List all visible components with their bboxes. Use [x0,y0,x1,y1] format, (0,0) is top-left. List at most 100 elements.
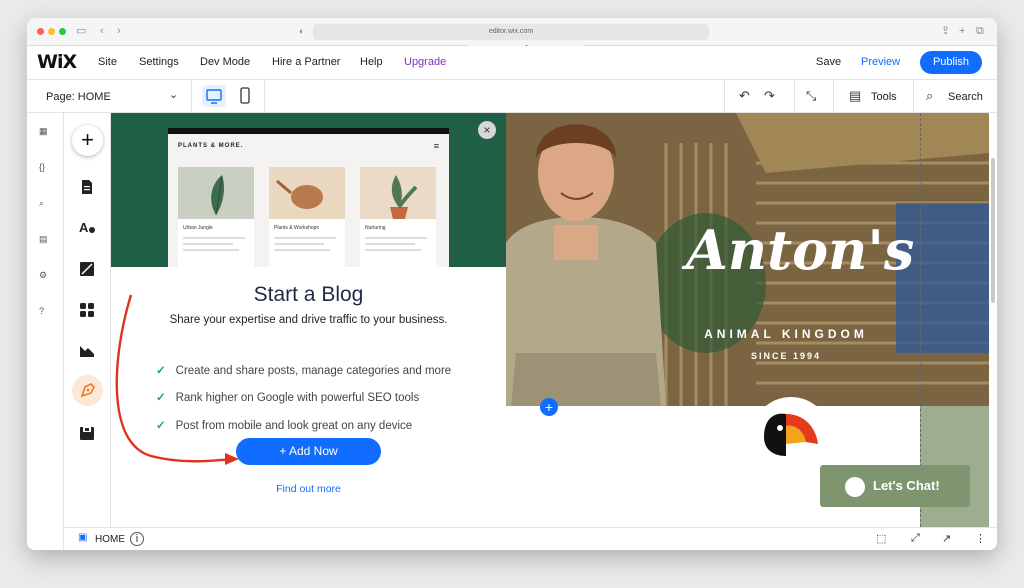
chat-label: Let's Chat! [873,478,940,493]
search-code-icon[interactable]: ⌕ [39,198,44,209]
plugin-icon[interactable]: ⚙ [39,270,47,281]
start-blog-panel: PLANTS & MORE. ≡ Urban Jungle Plants & W… [111,113,506,527]
menu-upgrade[interactable]: Upgrade [404,56,446,68]
search-icon[interactable]: ⌕ [926,89,933,103]
editor-toolbar: Page: HOME ⌄ ↶ ↷ ⤡ ▤ Tools ⌕ Search [27,80,997,113]
close-window-button[interactable] [37,28,44,35]
tab-overview-icon[interactable]: ⧉ [976,25,984,37]
add-elements-button[interactable]: + [72,125,103,156]
minimize-window-button[interactable] [48,28,55,35]
browser-window: ▭ ‹ › ◐ editor.wix.com ⇪ + ⧉ ⌃ WiX Site … [27,18,997,550]
hero-section[interactable]: Anton's ANIMAL KINGDOM SINCE 1994 [506,113,989,406]
preview-button[interactable]: Preview [861,56,900,68]
blog-preview-banner: PLANTS & MORE. ≡ Urban Jungle Plants & W… [111,113,506,267]
add-elements-rail: + A [64,113,111,527]
undo-icon[interactable]: ↶ [739,89,750,103]
desktop-view-button[interactable] [202,85,226,107]
page-selector[interactable]: Page: HOME [46,91,111,103]
menu-hire-a-partner[interactable]: Hire a Partner [272,56,340,68]
plant-image [178,167,254,219]
select-area-icon[interactable]: ⬚ [876,532,886,545]
potted-plant-image [360,167,436,219]
privacy-shield-icon[interactable]: ◐ [299,25,304,37]
forward-icon[interactable]: › [117,25,121,37]
address-url: editor.wix.com [488,28,534,35]
pages-menu-icon[interactable] [79,179,95,195]
info-icon[interactable]: i [130,532,144,546]
share-icon[interactable]: ⇪ [941,25,950,37]
back-icon[interactable]: ‹ [100,25,104,37]
sidebar-toggle-icon[interactable]: ▭ [76,25,86,37]
editor-top-bar: WiX Site Settings Dev Mode Hire a Partne… [27,46,997,80]
feature-item: ✓ Create and share posts, manage categori… [156,363,451,377]
chat-smile-icon [845,476,865,497]
publish-button[interactable]: Publish [920,51,982,74]
svg-text:A: A [79,220,89,235]
feature-item: ✓ Rank higher on Google with powerful SEO… [156,390,419,404]
blog-template-mockup: PLANTS & MORE. ≡ Urban Jungle Plants & W… [168,128,449,267]
tools-button[interactable]: Tools [871,91,897,103]
code-icon[interactable]: {} [39,162,45,172]
feature-text: Rank higher on Google with powerful SEO … [175,392,420,404]
database-icon[interactable]: ▤ [39,234,48,245]
menu-help[interactable]: Help [360,56,383,68]
blog-menu-button[interactable] [72,375,103,406]
hero-title[interactable]: Anton's [686,218,914,282]
desktop-icon [206,89,222,104]
apps-icon[interactable] [79,302,95,318]
more-options-icon[interactable]: ⋮ [975,532,986,545]
chat-button[interactable]: Let's Chat! [820,465,970,507]
chevron-down-icon[interactable]: ⌄ [169,88,178,101]
menu-settings[interactable]: Settings [139,56,179,68]
mockup-card: Nurturing [360,167,436,267]
close-panel-button[interactable]: × [478,121,496,139]
find-out-more-link[interactable]: Find out more [111,483,506,495]
page-icon: ▣ [78,532,88,543]
mobile-view-button[interactable] [233,85,257,107]
my-business-icon[interactable] [79,425,95,441]
wix-logo[interactable]: WiX [37,51,77,73]
mockup-site-title: PLANTS & MORE. [178,143,244,149]
mockup-card-label: Nurturing [365,225,386,231]
feature-text: Post from mobile and look great on any d… [175,420,413,432]
checkmark-icon: ✓ [156,392,166,404]
hero-since[interactable]: SINCE 1994 [686,351,886,361]
checkmark-icon: ✓ [156,365,166,377]
expand-icon[interactable]: ⤢ [911,532,920,545]
new-tab-icon[interactable]: + [959,25,965,37]
background-icon[interactable] [79,261,95,277]
left-tool-rail: ▦ {} ⌕ ▤ ⚙ ? [27,113,64,550]
redo-icon[interactable]: ↷ [764,89,775,103]
zoom-out-icon[interactable]: ⤡ [806,89,816,103]
canvas-scrollbar[interactable] [989,113,997,527]
watering-can-image [269,167,345,219]
add-section-button[interactable]: + [540,398,558,416]
site-canvas[interactable]: Anton's ANIMAL KINGDOM SINCE 1994 + Let'… [506,113,989,527]
media-icon[interactable] [79,343,95,359]
menu-dev-mode[interactable]: Dev Mode [200,56,250,68]
feature-item: ✓ Post from mobile and look great on any … [156,418,412,432]
save-button[interactable]: Save [816,56,841,68]
hamburger-icon: ≡ [433,141,439,151]
tools-icon[interactable]: ▤ [849,89,861,103]
help-icon[interactable]: ? [39,306,44,316]
search-button[interactable]: Search [948,91,983,103]
maximize-window-button[interactable] [59,28,66,35]
feature-text: Create and share posts, manage categorie… [175,365,452,377]
mockup-card-label: Urban Jungle [183,225,213,231]
toucan-logo[interactable] [746,392,836,462]
design-theme-icon[interactable]: A [79,219,95,235]
mockup-card: Plants & Workshops [269,167,345,267]
current-page-label[interactable]: HOME [95,534,125,545]
browser-chrome: ▭ ‹ › ◐ editor.wix.com ⇪ + ⧉ [27,18,997,46]
address-bar[interactable]: editor.wix.com [313,24,709,40]
hero-subtitle[interactable]: ANIMAL KINGDOM [686,327,886,341]
mockup-card-label: Plants & Workshops [274,225,319,231]
menu-site[interactable]: Site [98,56,117,68]
pages-icon[interactable]: ▦ [39,126,48,137]
open-external-icon[interactable]: ↗ [942,532,951,545]
panel-title: Start a Blog [253,283,364,306]
mockup-card: Urban Jungle [178,167,254,267]
add-now-button[interactable]: + Add Now [236,438,381,465]
scrollbar-thumb[interactable] [991,158,995,303]
